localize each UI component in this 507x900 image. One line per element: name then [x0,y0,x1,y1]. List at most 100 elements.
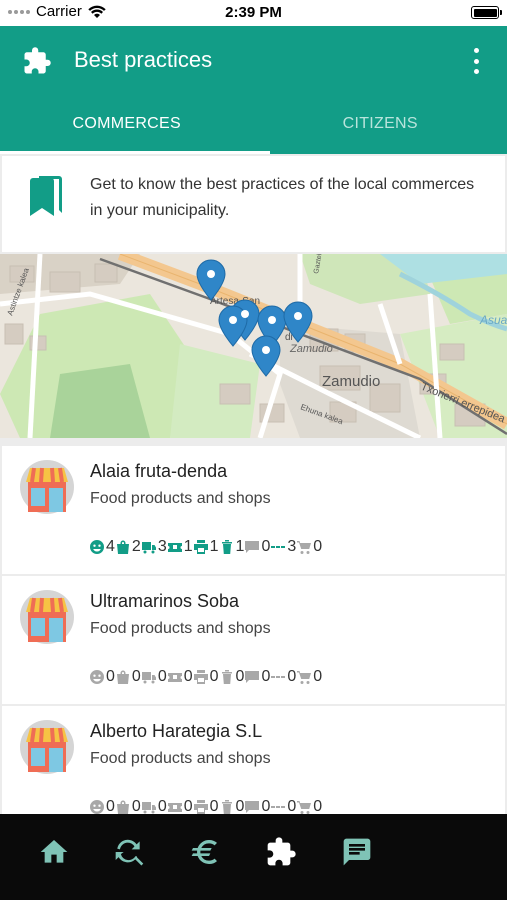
bag-icon [116,800,129,814]
puzzle-icon [267,837,296,866]
practice-stat-value: 0 [287,798,297,814]
bag-icon [116,670,129,684]
ticket-icon [167,543,182,552]
practice-stat-value: 0 [183,668,193,685]
practice-stat: 0 [116,668,141,686]
status-bar: Carrier 2:39 PM [0,0,507,26]
practice-stat-value: 0 [261,538,271,555]
practice-stat: 0 [245,538,270,556]
bottom-nav [0,814,507,900]
practice-stat-value: 0 [157,668,167,685]
commerce-category: Food products and shops [90,750,271,767]
cart-icon [297,541,312,554]
commerce-name: Alberto Harategia S.L [90,721,263,741]
ticket-icon [167,673,182,682]
practice-stat: 0 [90,668,115,686]
puzzle-icon [24,47,51,74]
printer-icon [193,800,208,814]
overflow-menu-button[interactable] [471,48,481,74]
title-row: Best practices [0,26,507,94]
printer-icon [193,670,208,684]
practice-stat: 0 [297,538,322,556]
shop-icon [20,720,74,774]
tab-citizens[interactable]: CITIZENS [254,94,507,154]
app-bar: Best practices COMMERCES CITIZENS [0,26,507,154]
practice-stat-value: 0 [235,668,245,685]
practice-stats: 423111030 [90,538,323,556]
ticket-icon [167,803,182,812]
map-label-area: Asua [479,313,507,327]
practice-stat: 0 [220,798,245,814]
truck-icon [141,672,156,684]
commerce-name: Ultramarinos Soba [90,591,240,611]
practice-stat-value: 2 [131,538,141,555]
practice-stat: 2 [116,538,141,556]
practice-stat: 1 [193,538,219,556]
page-title: Best practices [74,47,213,72]
practice-stat-value: 1 [235,538,245,555]
practice-stat-value: 0 [131,798,141,814]
commerce-category: Food products and shops [90,620,271,637]
shop-icon [20,590,74,644]
app-screen: Carrier 2:39 PM Best practices COMMERCES… [0,0,507,900]
practice-stat: 0 [90,798,115,814]
nav-home-button[interactable] [38,836,70,868]
tab-indicator [0,151,270,154]
practice-stat: 0 [167,668,193,686]
face-icon [90,670,104,684]
practice-stat-value: 3 [287,538,297,555]
practice-stat-value: 3 [157,538,167,555]
practice-stat-value: 0 [261,798,271,814]
practice-stat-value: 0 [235,798,245,814]
practice-stat-value: 0 [287,668,297,685]
bag-icon [116,540,129,554]
home-icon [40,840,68,863]
commerce-card[interactable]: Alberto Harategia S.L Food products and … [2,706,505,814]
practice-stat: 0 [193,668,219,686]
face-icon [90,540,104,554]
practice-stat-value: 0 [209,798,219,814]
nav-messages-button[interactable] [341,836,373,868]
practice-stat-value: 0 [313,798,323,814]
commerces-list: Alaia fruta-denda Food products and shop… [2,446,505,814]
practice-stat-value: 0 [261,668,271,685]
search-refresh-icon [115,839,144,866]
dots-icon [271,676,286,678]
cart-icon [297,801,312,814]
practice-stat: 0 [193,798,219,814]
bookmarks-icon [30,176,62,216]
intro-text: Get to know the best practices of the lo… [90,176,475,219]
euro-icon [191,839,217,865]
nav-euro-button[interactable] [189,836,221,868]
practice-stat-value: 0 [131,668,141,685]
truck-icon [141,802,156,814]
comment-icon [245,671,260,683]
map-label-town: Zamudio [322,373,380,390]
practice-stat: 0 [116,798,141,814]
map-label-town-small: Zamudio [289,343,333,355]
practice-stat: 0 [297,798,322,814]
commerce-card[interactable]: Alaia fruta-denda Food products and shop… [2,446,505,574]
chat-icon [343,838,371,866]
trash-icon [221,540,232,554]
practice-stat: 0 [245,798,270,814]
nav-best-practices-button[interactable] [265,836,297,868]
printer-icon [193,540,208,554]
truck-icon [141,542,156,554]
comment-icon [245,801,260,813]
commerce-card[interactable]: Ultramarinos Soba Food products and shop… [2,576,505,704]
practice-stat: 0 [297,668,322,686]
nav-search-button[interactable] [113,836,145,868]
practice-stats: 000000000 [90,668,323,686]
trash-icon [221,800,232,814]
commerces-map[interactable]: Zamudio Zamudio Txorierri errepidea Arte… [0,254,507,438]
cart-icon [297,671,312,684]
practice-stat-value: 0 [183,798,193,814]
practice-stat-value: 0 [209,668,219,685]
tab-commerces[interactable]: COMMERCES [0,94,254,154]
status-time: 2:39 PM [225,4,282,21]
practice-stat: 1 [167,538,193,556]
practice-stat-value: 0 [106,668,115,685]
practice-stat: 1 [220,538,245,556]
face-icon [90,800,104,814]
